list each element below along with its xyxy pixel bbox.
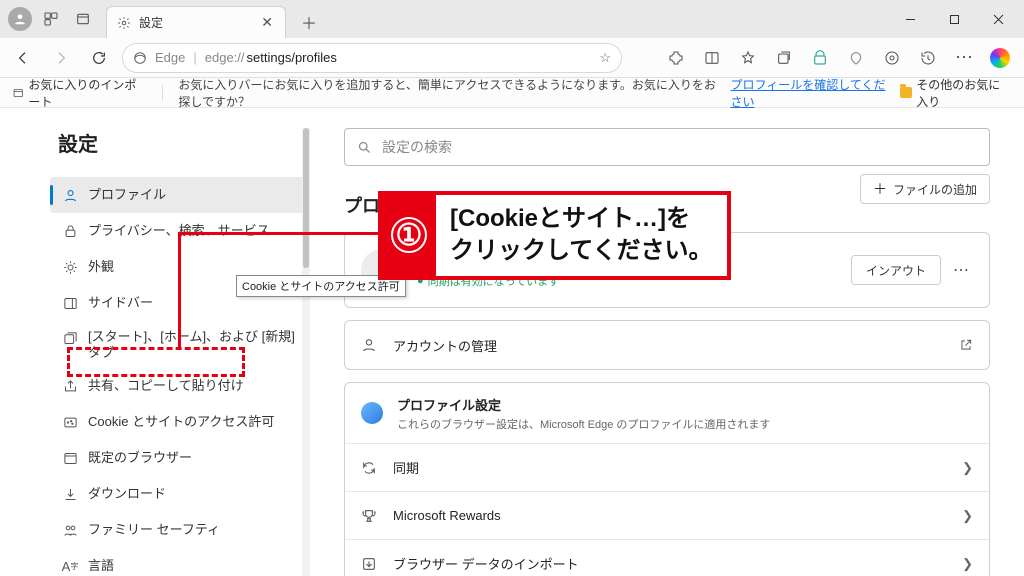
sidebar-item-cookies[interactable]: Cookie とサイトのアクセス許可 xyxy=(50,404,310,440)
tab-actions-icon[interactable] xyxy=(70,6,96,32)
signout-button[interactable]: インアウト xyxy=(851,255,941,285)
settings-title: 設定 xyxy=(50,128,310,157)
sidebar-item-downloads[interactable]: ダウンロード xyxy=(50,476,310,512)
other-favorites-folder[interactable]: その他のお気に入り xyxy=(900,76,1012,110)
browser-essentials-icon[interactable] xyxy=(840,43,872,73)
site-identity-icon xyxy=(133,51,147,65)
row-rewards[interactable]: Microsoft Rewards ❯ xyxy=(345,491,989,539)
browser-toolbar: Edge | edge://settings/profiles ☆ ⋯ xyxy=(0,38,1024,78)
minimize-button[interactable] xyxy=(888,4,932,34)
addr-brand: Edge xyxy=(155,50,185,65)
sidebar-icon xyxy=(62,295,78,311)
callout-number: ① xyxy=(382,195,436,276)
profile-avatar-button[interactable] xyxy=(8,7,32,31)
annotation-connector xyxy=(178,232,181,348)
favorites-icon[interactable] xyxy=(732,43,764,73)
shopping-icon[interactable] xyxy=(804,43,836,73)
window-controls xyxy=(888,4,1020,34)
chevron-right-icon: ❯ xyxy=(962,556,973,572)
row-account-manage[interactable]: アカウントの管理 xyxy=(345,321,989,369)
profile-more-icon[interactable]: ⋯ xyxy=(949,260,973,280)
more-menu-icon[interactable]: ⋯ xyxy=(948,43,980,73)
favorite-star-icon[interactable]: ☆ xyxy=(599,50,611,66)
sidebar-item-share[interactable]: 共有、コピーして貼り付け xyxy=(50,368,310,404)
profile-rows-card: プロファイル設定 これらのブラウザー設定は、Microsoft Edge のプロ… xyxy=(344,382,990,576)
addr-path: settings/profiles xyxy=(247,50,337,65)
cookie-icon xyxy=(62,414,78,430)
address-bar[interactable]: Edge | edge://settings/profiles ☆ xyxy=(122,43,622,73)
close-tab-icon[interactable]: ✕ xyxy=(259,14,275,31)
row-import-data[interactable]: ブラウザー データのインポート ❯ xyxy=(345,539,989,576)
settings-content: 設定 プロファイル プライバシー、検索、サービス 外観 サイドバー [スタート]… xyxy=(0,108,1024,576)
addr-host: edge:// xyxy=(205,50,245,65)
row-sync[interactable]: 同期 ❯ xyxy=(345,443,989,491)
extensions-icon[interactable] xyxy=(660,43,692,73)
sidebar-item-family[interactable]: ファミリー セーフティ xyxy=(50,512,310,548)
share-icon xyxy=(62,378,78,394)
tab-title: 設定 xyxy=(139,14,163,31)
collections-icon[interactable] xyxy=(768,43,800,73)
callout-text: [Cookieとサイト…]を クリックしてください。 xyxy=(436,195,727,276)
external-link-icon xyxy=(959,338,973,352)
folder-icon xyxy=(900,87,912,98)
download-icon xyxy=(62,486,78,502)
import-icon xyxy=(361,556,379,572)
annotation-callout: ① [Cookieとサイト…]を クリックしてください。 xyxy=(378,191,731,280)
window-titlebar: 設定 ✕ ＋ xyxy=(0,0,1024,38)
chevron-right-icon: ❯ xyxy=(962,508,973,524)
family-icon xyxy=(62,522,78,538)
favbar-message: お気に入りバーにお気に入りを追加すると、簡単にアクセスできるようになります。お気… xyxy=(178,76,720,110)
sync-icon xyxy=(361,460,379,476)
lock-icon xyxy=(62,223,78,239)
import-favorites-button[interactable]: お気に入りのインポート xyxy=(12,76,146,110)
search-placeholder: 設定の検索 xyxy=(382,137,452,157)
sidebar-scrollbar[interactable] xyxy=(302,128,310,576)
annotation-connector xyxy=(178,232,378,235)
language-icon: A字 xyxy=(62,558,78,574)
new-tab-button[interactable]: ＋ xyxy=(294,7,324,37)
add-profile-button[interactable]: ＋ファイルの追加 xyxy=(860,174,990,204)
copilot-icon[interactable] xyxy=(984,43,1016,73)
refresh-button[interactable] xyxy=(84,43,114,73)
search-icon xyxy=(357,140,372,155)
row-profile-settings[interactable]: プロファイル設定 これらのブラウザー設定は、Microsoft Edge のプロ… xyxy=(345,383,989,443)
person-icon xyxy=(361,337,379,353)
person-icon xyxy=(62,187,78,203)
gear-icon xyxy=(117,16,131,30)
settings-search-input[interactable]: 設定の検索 xyxy=(344,128,990,166)
maximize-button[interactable] xyxy=(932,4,976,34)
split-screen-icon[interactable] xyxy=(696,43,728,73)
workspaces-icon[interactable] xyxy=(38,6,64,32)
favorites-bar: お気に入りのインポート お気に入りバーにお気に入りを追加すると、簡単にアクセスで… xyxy=(0,78,1024,108)
sidebar-item-profile[interactable]: プロファイル xyxy=(50,177,310,213)
appearance-icon xyxy=(62,259,78,275)
favbar-link[interactable]: プロフィールを確認してください xyxy=(731,76,890,110)
downloads-icon[interactable] xyxy=(876,43,908,73)
back-button[interactable] xyxy=(8,43,38,73)
account-manage-card: アカウントの管理 xyxy=(344,320,990,370)
settings-main: 設定の検索 プロファイル ＋ファイルの追加 個人 ●同期は有効になっています イ… xyxy=(310,108,1024,576)
chevron-right-icon: ❯ xyxy=(962,460,973,476)
forward-button xyxy=(46,43,76,73)
trophy-icon xyxy=(361,508,379,524)
mini-avatar-icon xyxy=(361,402,383,424)
history-icon[interactable] xyxy=(912,43,944,73)
sidebar-item-languages[interactable]: A字言語 xyxy=(50,548,310,576)
close-window-button[interactable] xyxy=(976,4,1020,34)
tabs-icon xyxy=(62,330,78,346)
sidebar-item-default-browser[interactable]: 既定のブラウザー xyxy=(50,440,310,476)
settings-sidebar: 設定 プロファイル プライバシー、検索、サービス 外観 サイドバー [スタート]… xyxy=(0,108,310,576)
browser-icon xyxy=(62,450,78,466)
browser-tab[interactable]: 設定 ✕ xyxy=(106,6,286,38)
